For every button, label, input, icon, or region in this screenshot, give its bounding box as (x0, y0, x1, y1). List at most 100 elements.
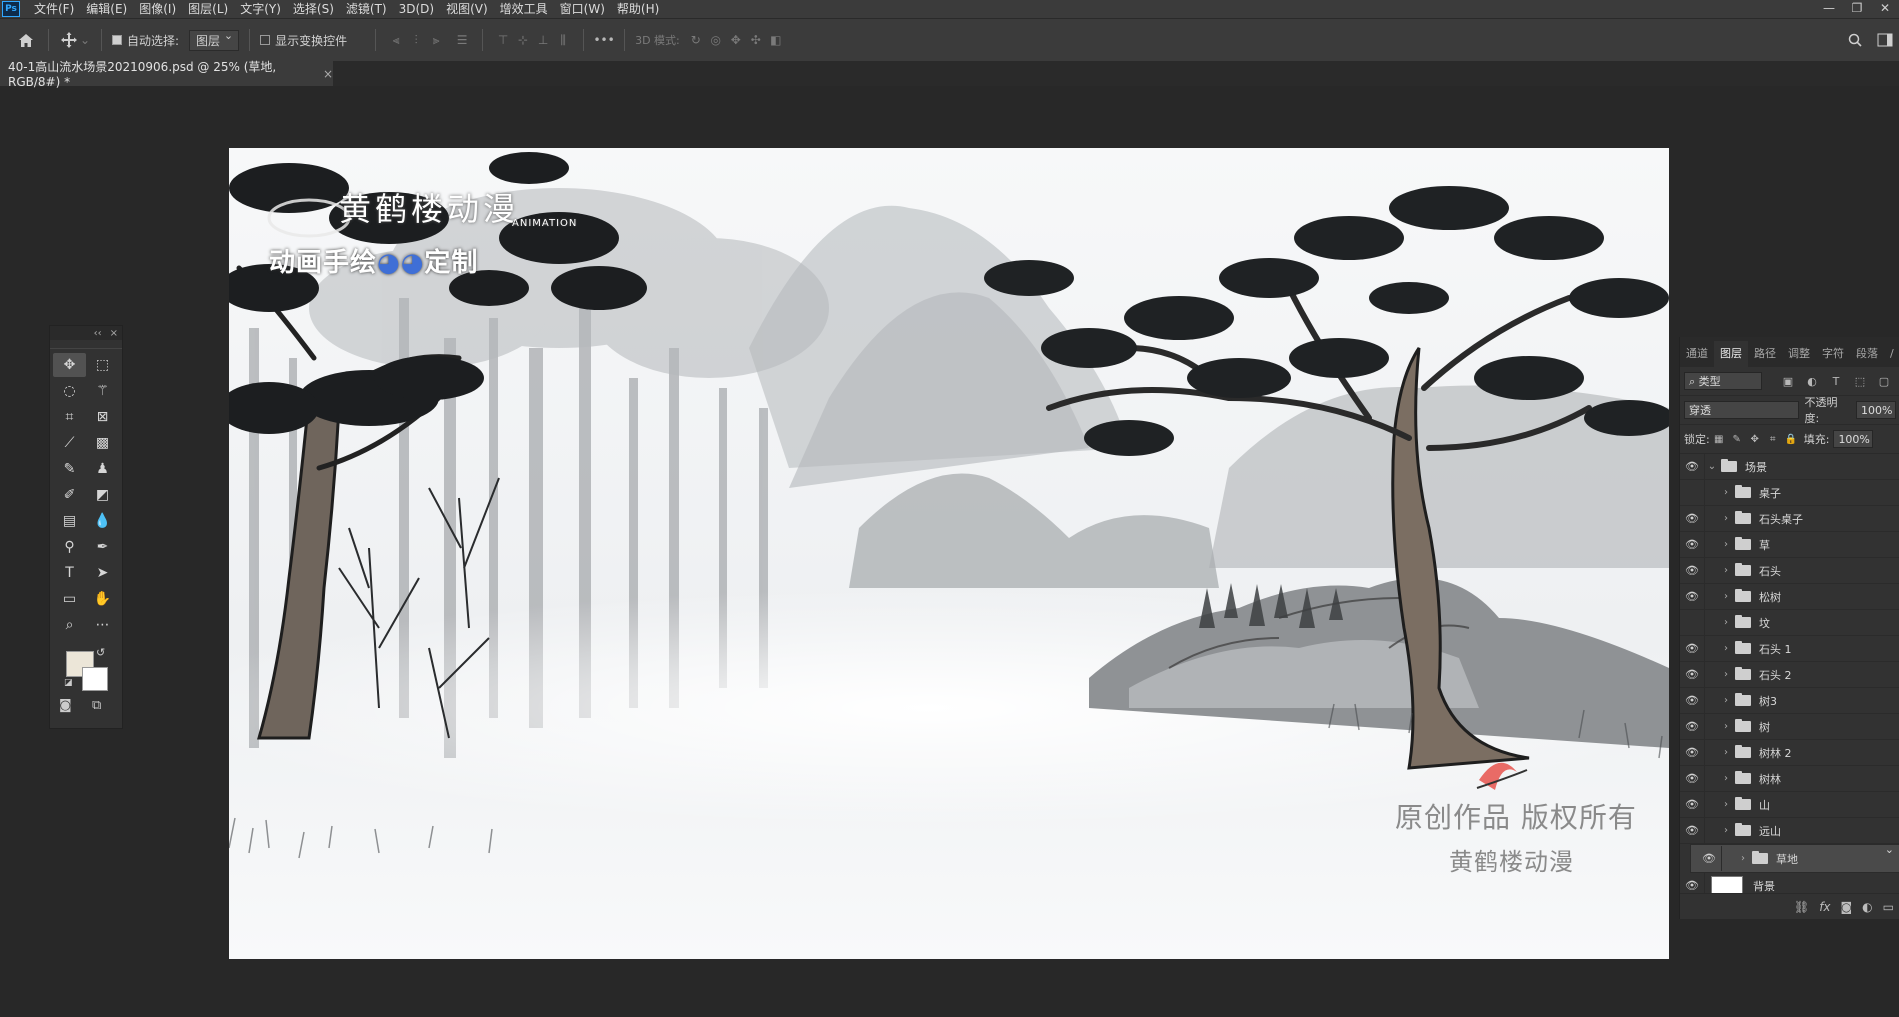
visibility-toggle[interactable]: 👁 (1680, 584, 1705, 609)
roll-3d-icon[interactable]: ◎ (706, 30, 726, 50)
align-right-icon[interactable]: ⫸ (426, 30, 446, 50)
close-tab-icon[interactable]: × (323, 67, 333, 81)
zoom-tool-icon[interactable]: ⌕ (53, 613, 86, 637)
menu-3d[interactable]: 3D(D) (393, 0, 440, 18)
chevron-right-icon[interactable]: › (1719, 487, 1733, 498)
chevron-right-icon[interactable]: › (1719, 721, 1733, 732)
background-color-swatch[interactable] (82, 667, 108, 691)
chevron-right-icon[interactable]: › (1719, 513, 1733, 524)
visibility-toggle[interactable]: 👁 (1680, 662, 1705, 687)
align-center-icon[interactable]: ⫶ (406, 30, 426, 50)
menu-help[interactable]: 帮助(H) (611, 0, 665, 18)
crop-tool-icon[interactable]: ⌗ (53, 405, 86, 429)
blur-tool-icon[interactable]: 💧 (86, 509, 119, 533)
auto-select-checkbox[interactable]: 自动选择: (112, 32, 179, 49)
new-group-icon[interactable]: ▭ (1883, 900, 1894, 914)
stamp-tool-icon[interactable]: ♟ (86, 457, 119, 481)
restore-button[interactable]: ❐ (1843, 0, 1871, 18)
chevron-right-icon[interactable]: › (1719, 799, 1733, 810)
marquee-tool-icon[interactable]: ⬚ (86, 353, 119, 377)
align-top-icon[interactable]: ⊤ (493, 30, 513, 50)
lock-transparent-icon[interactable]: ▦ (1710, 429, 1728, 449)
chevron-right-icon[interactable]: › (1719, 591, 1733, 602)
lock-position-icon[interactable]: ✥ (1746, 429, 1764, 449)
lock-image-icon[interactable]: ✎ (1728, 429, 1746, 449)
link-layers-icon[interactable]: ⛓ (1794, 900, 1809, 914)
tab-channels[interactable]: 通道 (1680, 341, 1714, 367)
lock-all-icon[interactable]: 🔒 (1782, 429, 1800, 449)
minimize-button[interactable]: — (1815, 0, 1843, 18)
menu-layer[interactable]: 图层(L) (182, 0, 234, 18)
chevron-down-icon[interactable]: ⌄ (79, 30, 91, 50)
layer-row[interactable]: 👁 › 石头 2 (1680, 662, 1899, 688)
chevron-right-icon[interactable]: › (1719, 539, 1733, 550)
filter-shape-icon[interactable]: ⬚ (1848, 371, 1872, 391)
distribute-icon[interactable]: ☰ (452, 30, 472, 50)
gradient-tool-icon[interactable]: ▤ (53, 509, 86, 533)
default-colors-icon[interactable]: ◪ (64, 678, 73, 688)
visibility-toggle[interactable]: 👁 (1680, 688, 1705, 713)
filter-smart-object-icon[interactable]: ▢ (1872, 371, 1896, 391)
magic-wand-icon[interactable]: ⚚ (86, 379, 119, 403)
workspace-icon[interactable] (1875, 30, 1895, 50)
panel-grip[interactable] (50, 340, 122, 349)
layer-row[interactable]: 👁 › 树林 2 (1680, 740, 1899, 766)
tab-adjustments[interactable]: 调整 (1782, 341, 1816, 367)
eyedropper-icon[interactable]: ⟋ (53, 431, 86, 455)
brush-tool-icon[interactable]: ✎ (53, 457, 86, 481)
add-mask-icon[interactable]: ◙ (1841, 900, 1853, 914)
layer-row[interactable]: 👁 › 树 (1680, 714, 1899, 740)
video-camera-icon[interactable]: ◧ (766, 30, 786, 50)
align-middle-icon[interactable]: ⊹ (513, 30, 533, 50)
move-tool-icon[interactable]: ✥ (53, 353, 86, 377)
visibility-toggle[interactable]: 👁 (1697, 846, 1722, 871)
tab-paths[interactable]: 路径 (1748, 341, 1782, 367)
chevron-right-icon[interactable]: › (1719, 773, 1733, 784)
collapse-panel-icon[interactable]: ‹‹ (94, 328, 102, 339)
opacity-input[interactable]: 100% (1856, 401, 1896, 419)
menu-image[interactable]: 图像(I) (133, 0, 182, 18)
search-icon[interactable] (1845, 30, 1865, 50)
move-tool-preset-icon[interactable] (59, 30, 79, 50)
frame-tool-icon[interactable]: ⊠ (86, 405, 119, 429)
visibility-toggle[interactable]: 👁 (1680, 532, 1705, 557)
screen-mode-icon[interactable]: ⧉ (92, 698, 101, 713)
layer-row[interactable]: 👁 › 草 (1680, 532, 1899, 558)
more-tools-icon[interactable]: ⋯ (86, 613, 119, 637)
menu-filter[interactable]: 滤镜(T) (340, 0, 393, 18)
chevron-down-icon[interactable]: ⌄ (1705, 461, 1719, 472)
type-tool-icon[interactable]: T (53, 561, 86, 585)
chevron-right-icon[interactable]: › (1719, 565, 1733, 576)
tab-paragraph[interactable]: 段落 (1850, 341, 1884, 367)
layer-row-selected[interactable]: 👁 › 草地 (1690, 843, 1899, 873)
visibility-toggle[interactable]: 👁 (1680, 610, 1705, 635)
visibility-toggle[interactable]: 👁 (1680, 480, 1705, 505)
layer-row[interactable]: 👁 › 石头 1 (1680, 636, 1899, 662)
auto-select-dropdown[interactable]: 图层 (189, 29, 240, 51)
slide-3d-icon[interactable]: ✣ (746, 30, 766, 50)
close-panel-icon[interactable]: × (110, 328, 118, 339)
home-icon[interactable] (14, 30, 38, 50)
pen-tool-icon[interactable]: ✒ (86, 535, 119, 559)
visibility-toggle[interactable]: 👁 (1680, 766, 1705, 791)
rectangle-tool-icon[interactable]: ▭ (53, 587, 86, 611)
menu-window[interactable]: 窗口(W) (554, 0, 611, 18)
align-bottom-icon[interactable]: ⊥ (533, 30, 553, 50)
document-canvas[interactable]: 黄鹤楼动漫 ANIMATION 动画手绘◕◕定制 原创作品 版权所有 黄鹤楼动漫 (229, 148, 1669, 959)
chevron-right-icon[interactable]: › (1719, 695, 1733, 706)
chevron-right-icon[interactable]: › (1719, 825, 1733, 836)
close-window-button[interactable]: ✕ (1871, 0, 1899, 18)
blend-mode-dropdown[interactable]: 穿透 (1684, 401, 1799, 419)
fill-input[interactable]: 100% (1833, 430, 1874, 448)
tab-character[interactable]: 字符 (1816, 341, 1850, 367)
document-tab[interactable]: 40-1高山流水场景20210906.psd @ 25% (草地, RGB/8#… (0, 60, 333, 89)
more-options-button[interactable]: ••• (593, 30, 614, 50)
chevron-right-icon[interactable]: › (1736, 853, 1750, 864)
layer-row[interactable]: 👁 › 树3 (1680, 688, 1899, 714)
lasso-tool-icon[interactable]: ◌ (53, 379, 86, 403)
layer-row[interactable]: 👁 › 山 (1680, 792, 1899, 818)
chevron-right-icon[interactable]: › (1719, 617, 1733, 628)
layer-group-row[interactable]: 👁 ⌄ 场景 (1680, 454, 1899, 480)
visibility-toggle[interactable]: 👁 (1680, 558, 1705, 583)
layer-filter-dropdown[interactable]: ⌕ 类型 (1684, 372, 1762, 390)
